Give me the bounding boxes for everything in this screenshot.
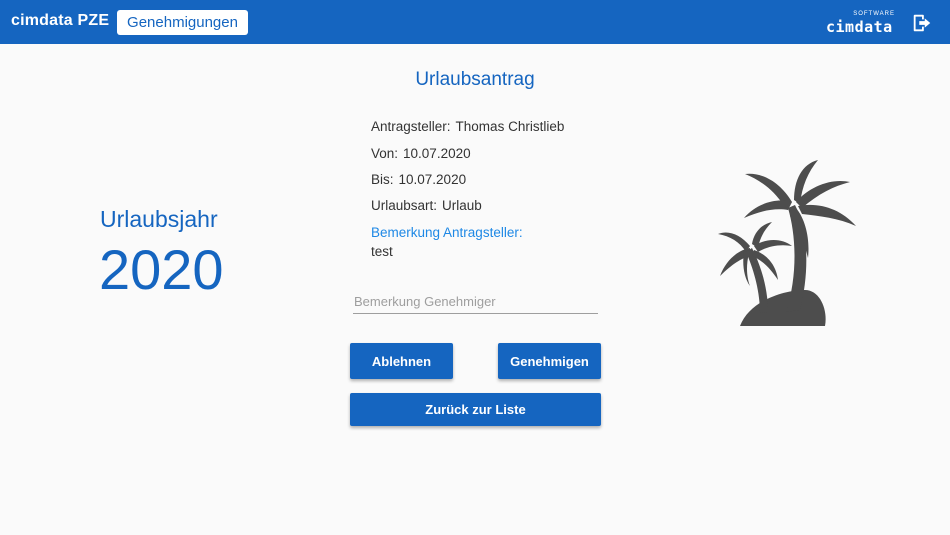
vacation-year-label: Urlaubsjahr <box>100 206 218 232</box>
approve-button[interactable]: Genehmigen <box>498 343 601 379</box>
to-date-label: Bis: <box>371 172 394 187</box>
from-date-label: Von: <box>371 146 399 161</box>
from-date-value: 10.07.2020 <box>403 146 471 161</box>
palm-trees-icon <box>718 160 856 326</box>
palm-trees-illustration <box>710 150 880 330</box>
vacation-type-label: Urlaubsart: <box>371 198 438 213</box>
applicant-value: Thomas Christlieb <box>455 119 565 134</box>
brand-name: cimdata <box>826 18 893 36</box>
applicant-row: Antragsteller: Thomas Christlieb <box>371 119 564 134</box>
vacation-year-value: 2020 <box>99 238 224 301</box>
page-title: Urlaubsantrag <box>0 69 950 91</box>
applicant-remark-value: test <box>371 244 393 259</box>
vacation-type-row: Urlaubsart: Urlaub <box>371 198 482 213</box>
back-to-list-button[interactable]: Zurück zur Liste <box>350 393 601 426</box>
top-app-bar: cimdata PZE Genehmigungen SOFTWARE cimda… <box>0 0 950 44</box>
vacation-type-value: Urlaub <box>442 198 482 213</box>
applicant-remark-label: Bemerkung Antragsteller: <box>371 225 523 240</box>
to-date-row: Bis: 10.07.2020 <box>371 172 466 187</box>
applicant-label: Antragsteller: <box>371 119 451 134</box>
approvals-nav-button[interactable]: Genehmigungen <box>117 10 248 35</box>
reject-button[interactable]: Ablehnen <box>350 343 453 379</box>
page-title-text: Urlaubsantrag <box>415 69 535 90</box>
logout-icon <box>913 14 931 32</box>
app-title: cimdata PZE <box>11 12 110 29</box>
brand-tagline: SOFTWARE <box>853 11 895 17</box>
cimdata-logo: SOFTWARE cimdata <box>824 11 896 36</box>
approver-remark-input[interactable] <box>353 290 598 314</box>
logout-button[interactable] <box>911 12 933 34</box>
to-date-value: 10.07.2020 <box>398 172 467 187</box>
from-date-row: Von: 10.07.2020 <box>371 146 471 161</box>
